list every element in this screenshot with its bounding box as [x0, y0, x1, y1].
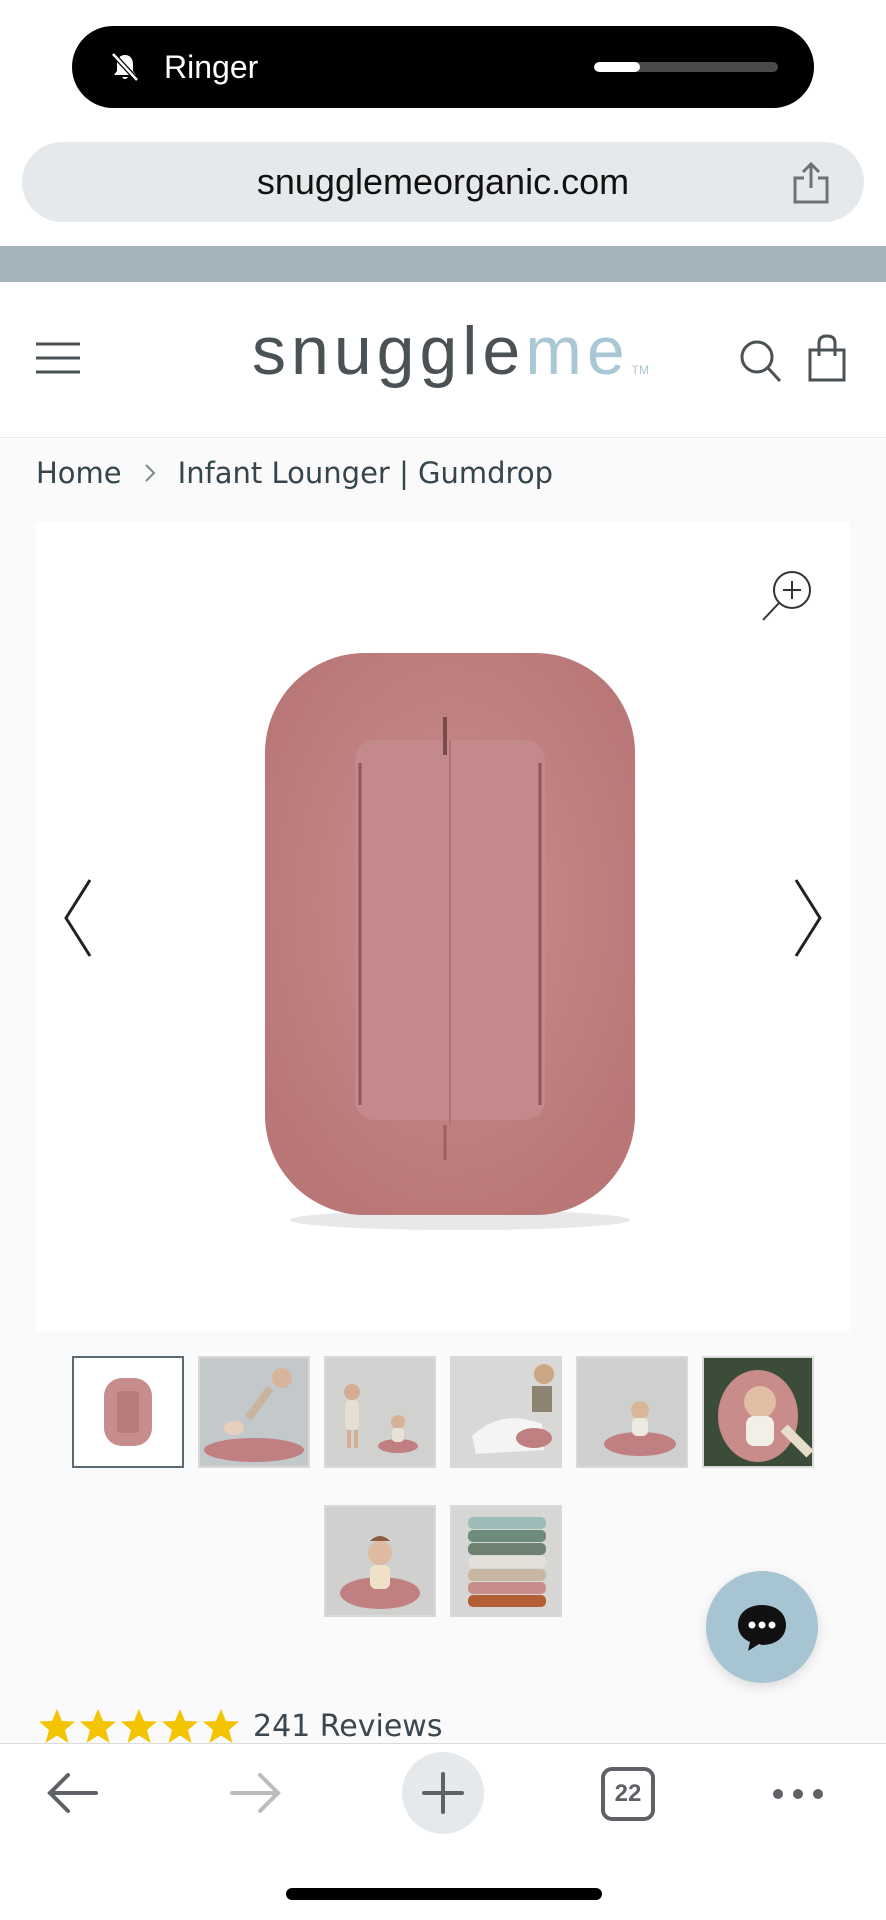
chat-bubble-icon: [738, 1605, 786, 1651]
thumbnail-1[interactable]: [72, 1356, 184, 1468]
breadcrumb: Home Infant Lounger | Gumdrop: [36, 456, 553, 490]
star-icon: [39, 1709, 75, 1743]
chevron-right-icon[interactable]: [790, 876, 826, 960]
thumbnail-4[interactable]: [450, 1356, 562, 1468]
thumbnail-5[interactable]: [576, 1356, 688, 1468]
site-header: snuggleme TM: [0, 282, 886, 438]
volume-bar-fill: [594, 62, 640, 72]
star-icon: [121, 1709, 157, 1743]
chat-button[interactable]: [706, 1571, 818, 1683]
zoom-in-icon[interactable]: [760, 568, 816, 624]
reviews-count[interactable]: 241 Reviews: [253, 1709, 442, 1744]
shopping-bag-icon[interactable]: [806, 334, 848, 382]
tabs-button[interactable]: 22: [601, 1767, 655, 1821]
chevron-right-icon: [144, 464, 156, 482]
new-tab-button[interactable]: [402, 1752, 484, 1834]
star-icon: [203, 1709, 239, 1743]
tab-count: 22: [614, 1780, 642, 1807]
ringer-indicator: Ringer: [72, 26, 814, 108]
plus-icon: [422, 1772, 464, 1814]
star-icon: [80, 1709, 116, 1743]
logo-text-me: me: [525, 313, 630, 389]
logo-trademark: TM: [631, 363, 649, 377]
more-dots-icon[interactable]: [770, 1780, 826, 1808]
thumbnail-2[interactable]: [198, 1356, 310, 1468]
thumbnail-3[interactable]: [324, 1356, 436, 1468]
thumbnail-6[interactable]: [702, 1356, 814, 1468]
back-arrow-icon[interactable]: [44, 1770, 100, 1816]
search-icon[interactable]: [738, 338, 782, 384]
forward-arrow-icon[interactable]: [228, 1770, 284, 1816]
star-icon: [162, 1709, 198, 1743]
thumbnail-7[interactable]: [324, 1505, 436, 1617]
breadcrumb-home[interactable]: Home: [36, 456, 122, 490]
volume-bar: [594, 62, 778, 72]
bell-slash-icon: [111, 52, 139, 82]
chevron-left-icon[interactable]: [60, 876, 96, 960]
announcement-bar: [0, 246, 886, 282]
url-text[interactable]: snugglemeorganic.com: [257, 161, 629, 203]
share-icon[interactable]: [790, 160, 832, 206]
product-rating[interactable]: 241 Reviews: [38, 1708, 442, 1744]
breadcrumb-current: Infant Lounger | Gumdrop: [177, 456, 553, 490]
logo-text-snuggle: snuggle: [252, 313, 526, 389]
ringer-label: Ringer: [164, 48, 259, 85]
hamburger-menu-icon[interactable]: [34, 340, 82, 376]
home-indicator: [286, 1888, 602, 1900]
address-bar[interactable]: snugglemeorganic.com: [22, 142, 864, 222]
star-rating: [38, 1708, 243, 1744]
thumbnail-8[interactable]: [450, 1505, 562, 1617]
site-logo[interactable]: snuggleme TM: [252, 312, 649, 390]
product-image-lounger[interactable]: [255, 645, 665, 1235]
